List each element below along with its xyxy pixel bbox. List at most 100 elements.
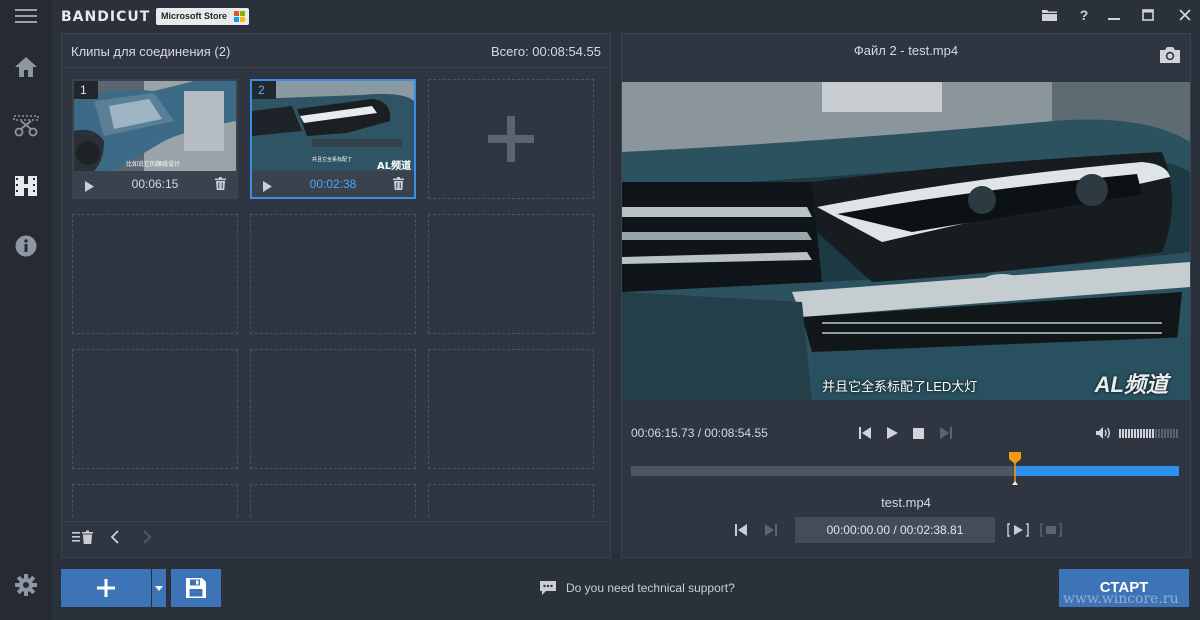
- settings-button[interactable]: [6, 565, 46, 605]
- clips-panel-header: Клипы для соединения (2) Всего: 00:08:54…: [62, 34, 610, 68]
- home-icon: [15, 57, 37, 77]
- clip-delete-button[interactable]: [215, 177, 226, 195]
- empty-clip-slot: [250, 484, 416, 519]
- empty-clip-slot: [72, 484, 238, 519]
- site-watermark: www.wincore.ru: [1063, 591, 1179, 607]
- volume-bar: [1170, 429, 1172, 438]
- volume-bar: [1164, 429, 1166, 438]
- add-files-button[interactable]: [61, 569, 151, 607]
- clip-number: 2: [252, 81, 276, 99]
- volume-icon: [1096, 427, 1110, 439]
- volume-bar: [1134, 429, 1136, 438]
- volume-bar: [1176, 429, 1178, 438]
- close-button[interactable]: [1172, 4, 1198, 26]
- join-button[interactable]: [6, 166, 46, 206]
- windows-logo-icon: [234, 11, 246, 22]
- volume-bar: [1155, 429, 1157, 438]
- snapshot-button[interactable]: [1160, 42, 1180, 76]
- volume-slider[interactable]: [1119, 429, 1178, 438]
- go-to-end-button[interactable]: [765, 523, 777, 541]
- empty-clip-slot: [428, 214, 594, 334]
- play-segment-button[interactable]: [1007, 523, 1029, 542]
- chevron-left-icon: [110, 530, 119, 544]
- play-icon: [887, 427, 898, 439]
- clips-footer: [62, 521, 610, 557]
- support-text: Do you need technical support?: [566, 581, 735, 595]
- stop-segment-button[interactable]: [1040, 523, 1062, 542]
- chevron-right-icon: [143, 530, 152, 544]
- app-logo: BANDICUT: [61, 9, 151, 25]
- clips-grid: 比如说它的腰线设计 1 00:06:15 并且它全系标配了 AL频道 2 00:…: [72, 79, 602, 519]
- info-icon: [15, 235, 37, 257]
- preview-title: Файл 2 - test.mp4: [853, 43, 959, 58]
- video-subtitle: 并且它全系标配了LED大灯: [822, 379, 978, 394]
- info-button[interactable]: [6, 226, 46, 266]
- timeline-selected-range: [1015, 466, 1179, 476]
- clip-thumbnail: 并且它全系标配了 AL频道 2: [252, 81, 414, 171]
- go-to-start-button[interactable]: [735, 523, 747, 541]
- clear-list-button[interactable]: [72, 530, 96, 549]
- add-clip-cell[interactable]: [428, 79, 594, 199]
- playhead-marker-icon: [1009, 452, 1021, 485]
- cut-icon: [13, 115, 39, 137]
- empty-clip-slot: [428, 484, 594, 519]
- save-project-button[interactable]: [171, 569, 221, 607]
- clip-caption: AL频道: [377, 159, 411, 171]
- clip-item-2[interactable]: 并且它全系标配了 AL频道 2 00:02:38: [250, 79, 416, 199]
- timeline[interactable]: [631, 452, 1179, 485]
- playhead[interactable]: [1009, 452, 1021, 493]
- clip-bar: 00:06:15: [74, 173, 236, 197]
- volume-bar: [1140, 429, 1142, 438]
- empty-clip-slot: [250, 214, 416, 334]
- play-button[interactable]: [887, 426, 898, 444]
- store-badge-label: Microsoft Store: [161, 11, 228, 21]
- stop-button[interactable]: [913, 426, 924, 444]
- volume-bar: [1119, 429, 1121, 438]
- play-segment-icon: [1007, 523, 1029, 537]
- volume-bar: [1161, 429, 1163, 438]
- next-frame-button[interactable]: [940, 426, 952, 444]
- title-bar: BANDICUT Microsoft Store ?: [52, 0, 1200, 32]
- clip-duration: 00:06:15: [131, 177, 179, 191]
- menu-button[interactable]: [6, 0, 46, 36]
- chat-icon: [540, 581, 556, 595]
- next-button[interactable]: [142, 530, 152, 549]
- clips-title: Клипы для соединения (2): [71, 44, 231, 59]
- microsoft-store-badge[interactable]: Microsoft Store: [156, 8, 250, 25]
- minimize-button[interactable]: [1101, 4, 1127, 26]
- support-link[interactable]: Do you need technical support?: [540, 581, 735, 595]
- settings-icon: [15, 574, 37, 596]
- camera-icon: [1160, 47, 1180, 63]
- previous-frame-button[interactable]: [859, 426, 871, 444]
- video-preview[interactable]: 并且它全系标配了LED大灯 AL频道: [622, 82, 1190, 400]
- skip-to-end-icon: [765, 524, 777, 536]
- volume-bar: [1125, 429, 1127, 438]
- playback-controls: 00:06:15.73 / 00:08:54.55: [622, 420, 1190, 446]
- folder-icon: [1041, 10, 1057, 21]
- volume-bar: [1173, 429, 1175, 438]
- clip-caption: 比如说它的腰线设计: [126, 160, 180, 168]
- minimize-icon: [1108, 18, 1120, 20]
- open-folder-button[interactable]: [1036, 4, 1062, 26]
- empty-clip-slot: [250, 349, 416, 469]
- preview-panel: Файл 2 - test.mp4 并且它全系标配了LED大灯 AL频道 00:…: [621, 33, 1191, 558]
- clips-total-duration: Всего: 00:08:54.55: [491, 44, 601, 59]
- cut-button[interactable]: [6, 106, 46, 146]
- previous-button[interactable]: [110, 530, 120, 549]
- clip-item-1[interactable]: 比如说它的腰线设计 1 00:06:15: [72, 79, 238, 199]
- volume-bar: [1122, 429, 1124, 438]
- stop-icon: [913, 428, 924, 439]
- sidebar: [0, 0, 52, 620]
- menu-icon: [15, 9, 37, 23]
- help-button[interactable]: ?: [1071, 4, 1097, 26]
- skip-forward-icon: [940, 427, 952, 439]
- volume-bar: [1167, 429, 1169, 438]
- add-files-dropdown[interactable]: [152, 569, 166, 607]
- home-button[interactable]: [6, 47, 46, 87]
- segment-range-field[interactable]: 00:00:00.00 / 00:02:38.81: [795, 517, 995, 543]
- maximize-button[interactable]: [1135, 4, 1161, 26]
- clip-delete-button[interactable]: [393, 177, 404, 195]
- clip-bar: 00:02:38: [252, 173, 414, 197]
- volume-button[interactable]: [1096, 426, 1112, 444]
- chevron-down-icon: [155, 585, 163, 591]
